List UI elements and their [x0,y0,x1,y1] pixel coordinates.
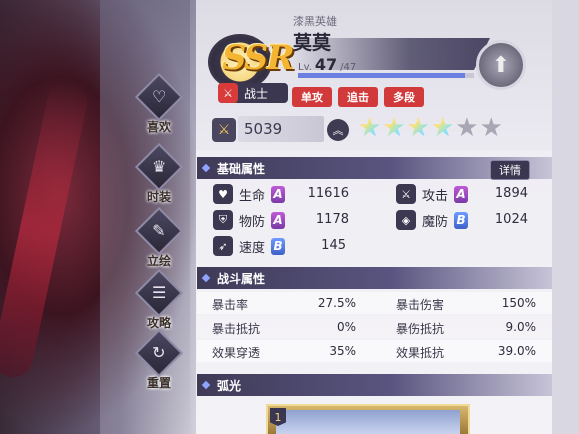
heart-icon: ♡ [134,72,184,122]
grade-badge: A [454,185,469,203]
exp-bar [298,73,474,78]
rank-up-button[interactable]: ︽ [327,119,349,141]
menu-costume-button[interactable]: ♛ 时装 [134,142,184,205]
stat-attack: ⚔ 攻击 A [396,183,469,205]
stat-label: 暴伤抵抗 [396,322,445,336]
costume-icon: ♛ [134,142,184,192]
combat-attributes-header: 战斗属性 [197,267,552,289]
stat-value: 0% [336,320,356,334]
reset-icon: ↻ [134,328,184,378]
magic-shield-icon: ◈ [396,210,416,230]
grade-badge: A [271,211,286,229]
boot-icon: ➶ [213,236,233,256]
stat-label: 攻击 [422,188,449,204]
star-empty-icon: ★ [455,113,479,143]
details-button[interactable]: 详情 [490,160,530,180]
stat-value: 1178 [315,212,349,227]
diamond-bullet-icon [201,273,211,283]
basic-attributes-title: 基础属性 [217,161,266,176]
arc-header: 弧光 [197,374,552,396]
shield-icon: ⛨ [213,210,233,230]
star-filled-icon: ★ [358,113,382,143]
level-max: /47 [340,62,357,73]
stat-label: 效果穿透 [212,346,261,360]
diamond-bullet-icon [201,163,211,173]
stat-label: 暴击伤害 [396,298,445,312]
menu-like-button[interactable]: ♡ 喜欢 [134,72,184,135]
star-filled-icon: ★ [382,113,406,143]
stat-label: 魔防 [422,214,449,230]
guide-book-icon: ☰ [134,268,184,318]
stat-label: 暴击抵抗 [212,322,261,336]
sword-icon: ⚔ [396,184,416,204]
skill-tag: 单攻 [292,87,332,107]
stat-value: 27.5% [317,296,356,310]
arrow-up-icon: ⬆ [491,52,511,78]
star-filled-icon: ★ [430,113,455,143]
portrait-icon: ✎ [134,206,184,256]
stat-value: 1894 [494,186,528,201]
double-chevron-up-icon: ︽ [332,124,344,137]
skill-tag: 追击 [338,87,378,107]
combat-attributes-title: 战斗属性 [217,271,266,286]
stat-label: 生命 [239,188,266,204]
stat-hp: ♥ 生命 A [213,183,286,205]
rarity-text: SSR [222,38,295,78]
diamond-bullet-icon [201,380,211,390]
hero-title: 漆黑英雄 [293,15,337,28]
class-label: 战士 [244,86,269,101]
combat-power: 5039 [244,120,283,138]
stat-label: 暴击率 [212,298,249,312]
class-badge: ⚔ 战士 [218,83,288,103]
warrior-class-icon: ⚔ [218,83,238,103]
star-empty-icon: ★ [479,113,503,143]
stat-speed: ➶ 速度 B [213,235,286,257]
menu-reset-button[interactable]: ↻ 重置 [134,328,184,391]
star-rating: ★ ★ ★ ★ ★ ★ [358,114,503,142]
basic-attributes-header: 基础属性 详情 [197,157,552,180]
stat-value: 1024 [494,212,528,227]
hero-level: Lv. 47 /47 [298,55,356,74]
panel-right-edge [552,0,579,434]
grade-badge: B [454,211,469,229]
level-up-button[interactable]: ⬆ [476,40,526,90]
stat-value: 150% [501,296,536,310]
hero-name: 莫莫 [293,32,332,54]
arc-card[interactable]: 1 [266,404,470,434]
stat-value: 9.0% [505,320,537,334]
stat-value: 39.0% [497,344,536,358]
rarity-badge: SSR [208,30,295,90]
menu-portrait-button[interactable]: ✎ 立绘 [134,206,184,269]
stat-value: 145 [321,238,346,253]
grade-badge: B [271,237,286,255]
stat-magic-def: ◈ 魔防 B [396,209,469,231]
stat-label: 效果抵抗 [396,346,445,360]
arc-card-number: 1 [270,408,286,426]
stat-label: 速度 [239,240,266,256]
stat-value: 35% [329,344,356,358]
stat-phys-def: ⛨ 物防 A [213,209,286,231]
arc-title: 弧光 [217,378,242,393]
heart-icon: ♥ [213,184,233,204]
menu-guide-button[interactable]: ☰ 攻略 [134,268,184,331]
stat-label: 物防 [239,214,266,230]
stat-value: 11616 [307,186,349,201]
arc-card-art [276,410,460,434]
skill-tag: 多段 [384,87,424,107]
exp-bar-fill [298,73,466,78]
skill-tags: 单攻 追击 多段 [292,87,424,107]
grade-badge: A [271,185,286,203]
level-value: 47 [314,55,338,74]
level-prefix: Lv. [298,62,312,73]
crossed-swords-icon: ⚔ [212,118,236,142]
star-filled-icon: ★ [406,113,430,143]
